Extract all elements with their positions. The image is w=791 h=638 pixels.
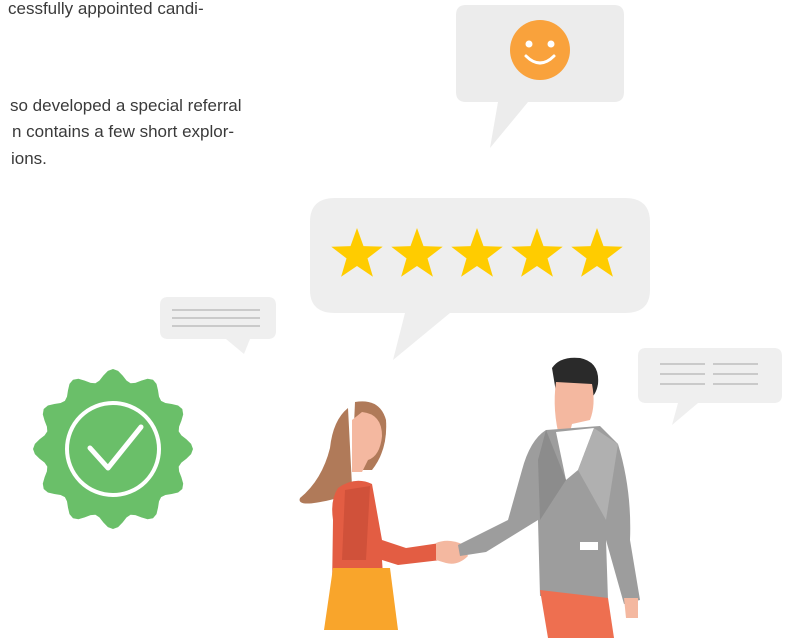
chat-bubble-left (160, 297, 276, 354)
check-badge-icon (33, 369, 193, 529)
rating-bubble (310, 198, 650, 360)
handshake-illustration (33, 5, 782, 638)
woman-figure (299, 401, 441, 630)
smiley-bubble (456, 5, 624, 148)
chat-bubble-right (638, 348, 782, 425)
man-figure (458, 357, 640, 638)
smiley-icon (510, 20, 570, 80)
